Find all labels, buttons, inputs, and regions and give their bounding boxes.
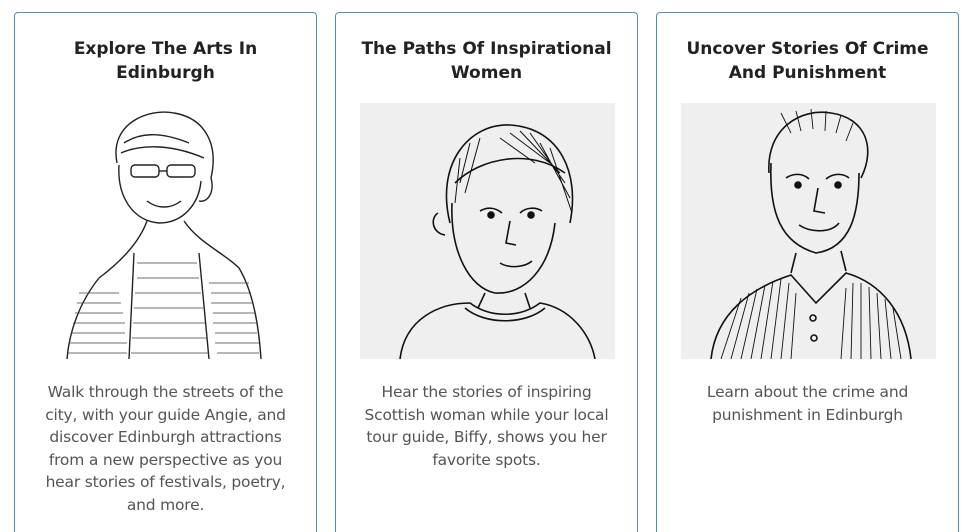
card-title: The Paths Of Inspirational Women	[361, 39, 612, 83]
card-description: Hear the stories of inspiring Scottish w…	[364, 383, 609, 469]
portrait-sketch	[681, 103, 936, 359]
portrait-sketch	[360, 103, 615, 359]
guide-portrait-image[interactable]	[681, 103, 936, 359]
guide-portrait-image[interactable]	[360, 103, 615, 359]
tour-card-arts[interactable]: Explore The Arts In Edinburgh Walk throu…	[14, 12, 317, 532]
card-description: Walk through the streets of the city, wi…	[45, 383, 286, 514]
card-title: Uncover Stories Of Crime And Punishment	[686, 39, 929, 83]
card-description: Learn about the crime and punishment in …	[706, 383, 909, 424]
tour-card-women[interactable]: The Paths Of Inspirational Women Hear th…	[335, 12, 638, 532]
tour-card-crime[interactable]: Uncover Stories Of Crime And Punishment	[656, 12, 959, 532]
portrait-sketch	[39, 103, 294, 359]
card-title: Explore The Arts In Edinburgh	[73, 39, 258, 83]
tour-cards: Explore The Arts In Edinburgh Walk throu…	[0, 0, 975, 532]
guide-portrait-image[interactable]	[39, 103, 294, 359]
